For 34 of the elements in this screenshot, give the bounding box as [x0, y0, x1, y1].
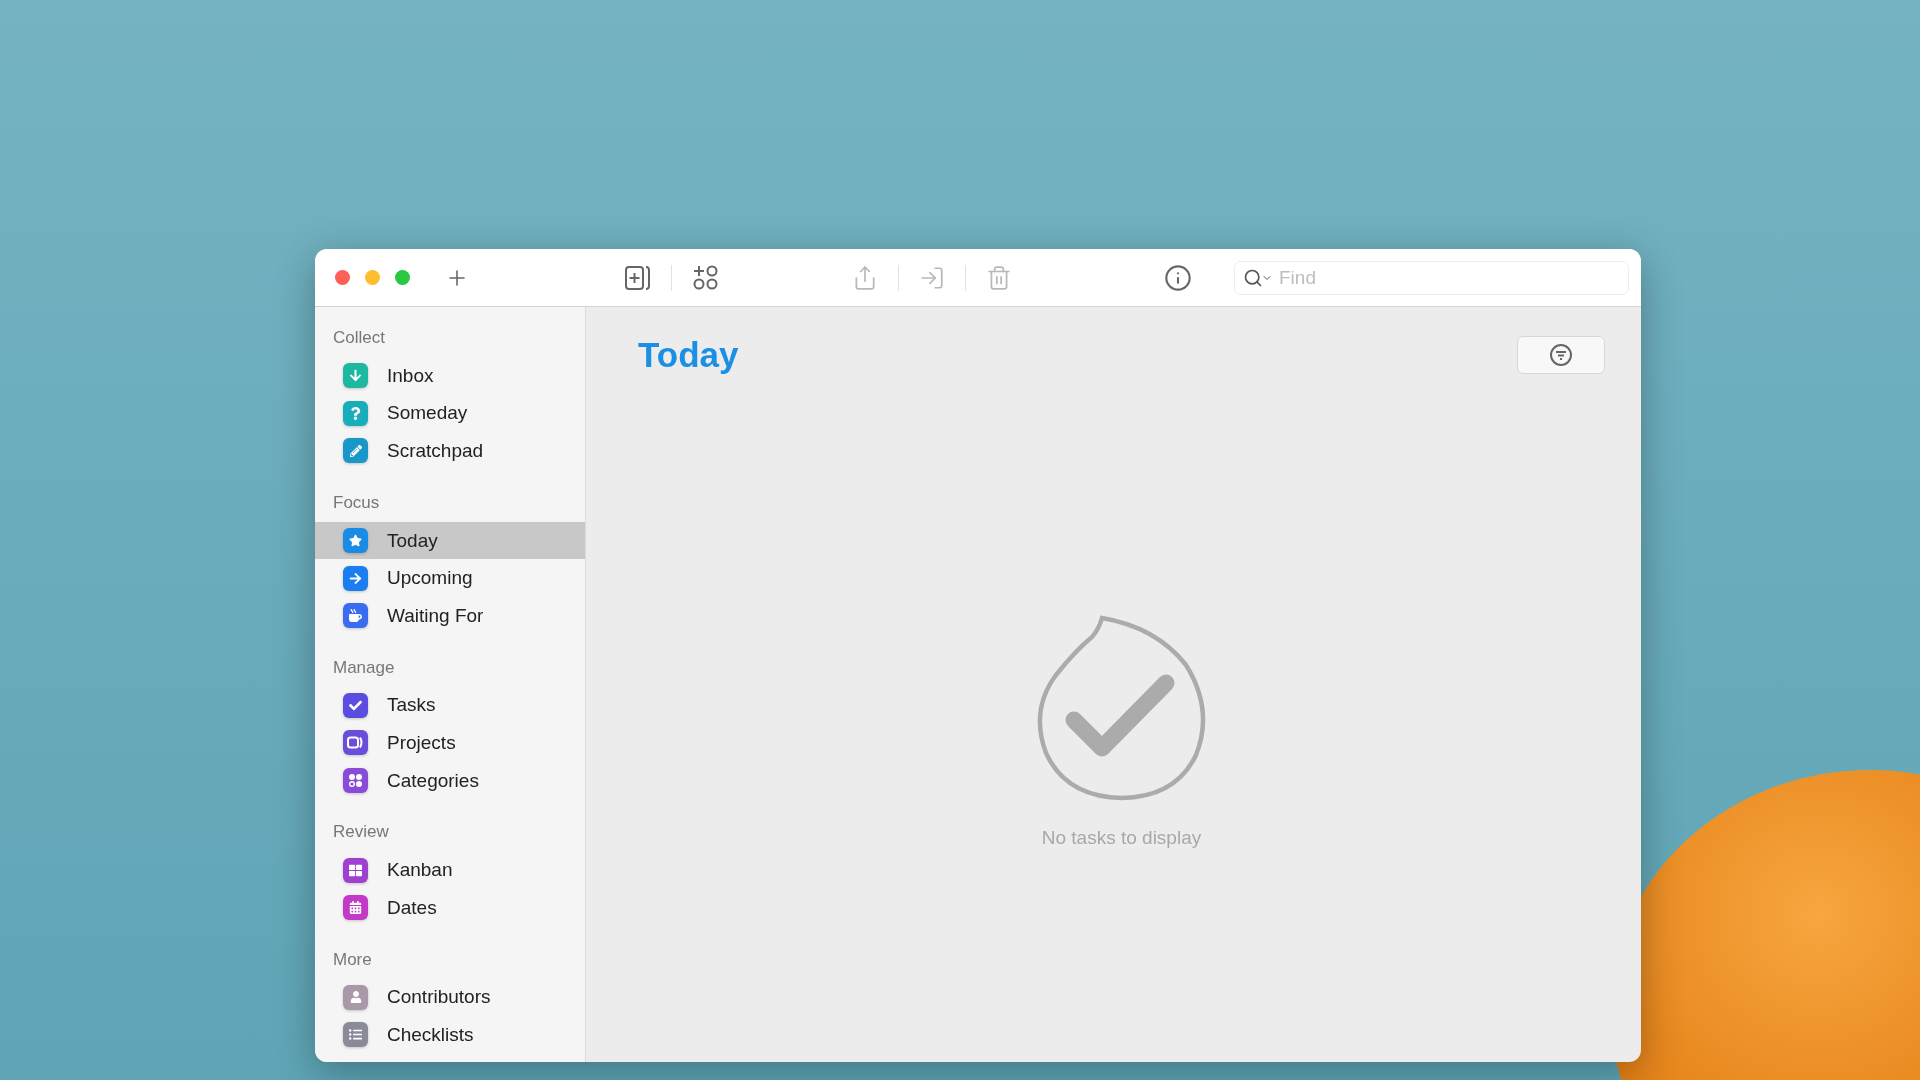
sidebar-item[interactable]: Upcoming: [315, 559, 585, 597]
sidebar-item[interactable]: Someday: [315, 394, 585, 433]
section-heading: Review: [332, 821, 390, 844]
search-field[interactable]: Find: [1234, 260, 1629, 295]
move-icon: [919, 264, 945, 291]
sidebar-item[interactable]: Inbox: [315, 357, 585, 395]
search-icon: [1243, 267, 1263, 288]
page-title: Today: [638, 335, 739, 375]
section-heading: Focus: [332, 491, 381, 514]
share-icon: [852, 264, 878, 291]
filter-button[interactable]: [1517, 336, 1605, 374]
section-heading: Collect: [332, 327, 386, 349]
categories-icon: [692, 263, 720, 292]
filter-icon: [1549, 343, 1573, 367]
sidebar-item[interactable]: Kanban: [315, 851, 585, 889]
section-heading: Manage: [332, 656, 396, 679]
sidebar-item[interactable]: Waiting For: [315, 596, 585, 635]
minimize-button[interactable]: [365, 270, 380, 285]
sidebar-item[interactable]: Checklists: [315, 1016, 585, 1054]
trash-icon: [986, 264, 1012, 291]
sidebar-item[interactable]: Contributors: [315, 978, 585, 1017]
sidebar-item[interactable]: Scratchpad: [315, 432, 585, 470]
sidebar-item[interactable]: Projects: [315, 724, 585, 762]
sidebar-item[interactable]: Today: [315, 521, 585, 560]
sidebar-item[interactable]: Tasks: [315, 686, 585, 725]
info-icon: [1164, 263, 1192, 292]
sidebar-item[interactable]: Categories: [315, 761, 585, 800]
section-heading: More: [332, 948, 373, 971]
close-button[interactable]: [335, 270, 350, 285]
empty-message: No tasks to display: [1041, 827, 1202, 849]
search-input[interactable]: Find: [1277, 265, 1620, 290]
sidebar-item[interactable]: Dates: [315, 888, 585, 927]
zoom-button[interactable]: [395, 270, 410, 285]
add-panel-icon: [623, 263, 651, 292]
